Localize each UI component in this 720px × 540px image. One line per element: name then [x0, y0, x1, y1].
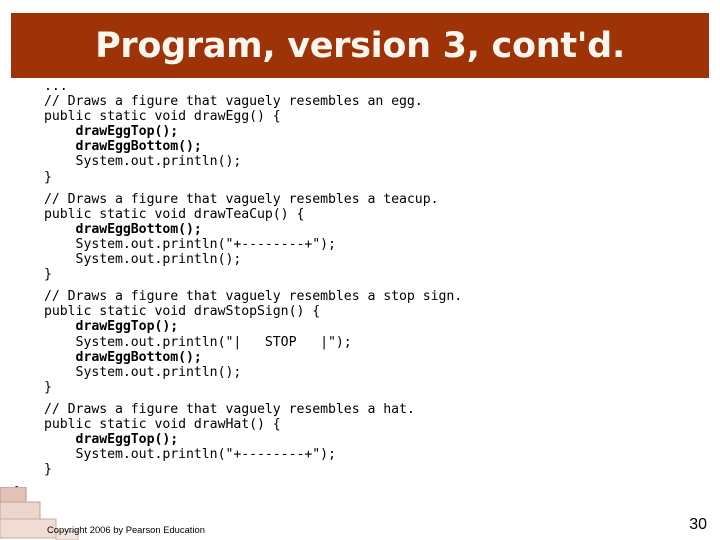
code-line: System.out.println("| STOP |"); — [44, 334, 352, 350]
code-line: drawEggTop(); — [44, 432, 179, 448]
code-blocks-container: // Draws a figure that vaguely resembles… — [44, 94, 704, 477]
code-line: // Draws a figure that vaguely resembles… — [44, 401, 415, 417]
slide-page-number: 30 — [689, 516, 707, 533]
slide-title-banner: Program, version 3, cont'd. — [11, 13, 709, 78]
code-block-spacer — [44, 282, 704, 289]
code-block-draw-egg: // Draws a figure that vaguely resembles… — [44, 94, 704, 185]
code-block-draw-tea-cup: // Draws a figure that vaguely resembles… — [44, 192, 704, 283]
code-line: public static void drawTeaCup() { — [44, 206, 305, 222]
code-line: } — [44, 267, 52, 283]
outer-closing-brace: } — [14, 485, 22, 500]
code-block-spacer — [44, 395, 704, 402]
code-line: // Draws a figure that vaguely resembles… — [44, 94, 423, 110]
code-line: public static void drawEgg() { — [44, 109, 281, 125]
code-line: } — [44, 462, 52, 478]
code-line: // Draws a figure that vaguely resembles… — [44, 289, 463, 305]
code-line: public static void drawHat() { — [44, 416, 281, 432]
code-block-draw-stop-sign: // Draws a figure that vaguely resembles… — [44, 289, 704, 395]
code-line: } — [44, 379, 52, 395]
code-line: System.out.println("+--------+"); — [44, 447, 336, 463]
footer-copyright-text: Copyright 2006 by Pearson Education — [47, 524, 205, 535]
code-line: drawEggBottom(); — [44, 221, 202, 237]
code-line: System.out.println(); — [44, 252, 242, 268]
code-line: System.out.println(); — [44, 154, 242, 170]
code-line: } — [44, 169, 52, 185]
code-block-draw-hat: // Draws a figure that vaguely resembles… — [44, 402, 704, 477]
page-title: Program, version 3, cont'd. — [95, 25, 625, 66]
code-line: System.out.println(); — [44, 364, 242, 380]
code-line: // Draws a figure that vaguely resembles… — [44, 191, 439, 207]
code-line: public static void drawStopSign() { — [44, 304, 321, 320]
code-ellipsis: ... — [44, 79, 68, 94]
code-line: drawEggBottom(); — [44, 349, 202, 365]
code-line: drawEggTop(); — [44, 319, 179, 335]
code-block-spacer — [44, 185, 704, 192]
code-line: drawEggTop(); — [44, 124, 179, 140]
code-line: System.out.println("+--------+"); — [44, 236, 336, 252]
code-line: drawEggBottom(); — [44, 139, 202, 155]
code-content-area: ... // Draws a figure that vaguely resem… — [44, 79, 704, 477]
